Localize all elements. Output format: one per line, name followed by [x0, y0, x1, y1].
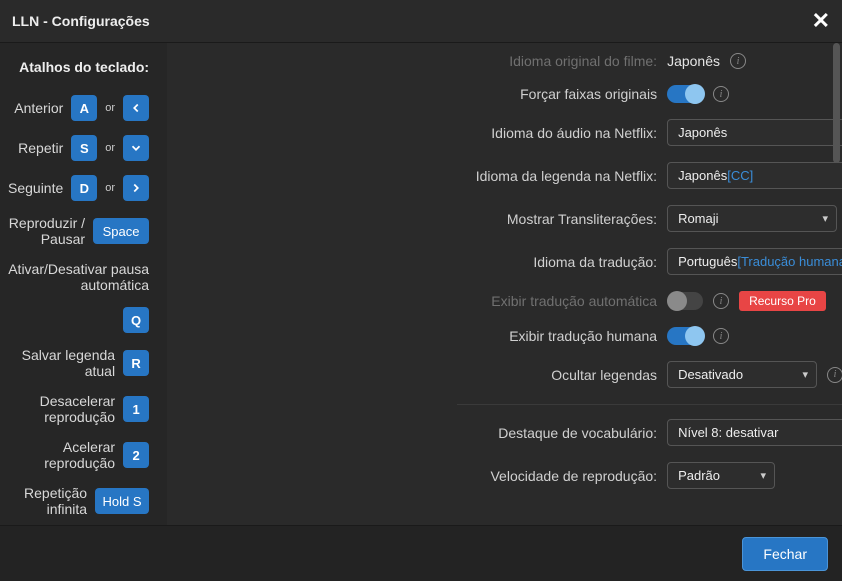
divider	[457, 404, 842, 405]
shortcut-next-label: Seguinte	[8, 180, 63, 196]
close-button[interactable]: Fechar	[742, 537, 828, 571]
or-text: or	[105, 102, 115, 114]
sub-lang-select[interactable]: Japonês [CC]	[667, 162, 842, 189]
shortcuts-panel: Atalhos do teclado: Anterior A or Repeti…	[0, 43, 167, 529]
key-r: R	[123, 350, 149, 376]
force-orig-toggle[interactable]	[667, 85, 703, 103]
key-down-arrow-icon	[123, 135, 149, 161]
or-text: or	[105, 142, 115, 154]
hide-subs-select[interactable]: Desativado	[667, 361, 817, 388]
vocab-label: Destaque de vocabulário:	[167, 425, 667, 441]
key-a: A	[71, 95, 97, 121]
key-2: 2	[123, 442, 149, 468]
key-d: D	[71, 175, 97, 201]
speed-label: Velocidade de reprodução:	[167, 468, 667, 484]
info-icon[interactable]: i	[827, 367, 842, 383]
machine-trans-toggle[interactable]	[667, 292, 703, 310]
or-text: or	[105, 182, 115, 194]
shortcut-slowdown-label: Desacelerar reprodução	[8, 393, 115, 425]
key-space: Space	[93, 218, 149, 244]
info-icon[interactable]: i	[713, 328, 729, 344]
machine-trans-label: Exibir tradução automática	[167, 293, 667, 309]
key-right-arrow-icon	[123, 175, 149, 201]
info-icon[interactable]: i	[713, 293, 729, 309]
force-orig-label: Forçar faixas originais	[167, 86, 667, 102]
key-q: Q	[123, 307, 149, 333]
info-icon[interactable]: i	[713, 86, 729, 102]
translit-select[interactable]: Romaji	[667, 205, 837, 232]
key-1: 1	[123, 396, 149, 422]
orig-lang-value: Japonês	[667, 53, 720, 69]
sub-lang-label: Idioma da legenda na Netflix:	[167, 168, 667, 184]
close-icon[interactable]: ✕	[812, 8, 830, 34]
shortcut-infinite-label: Repetição infinita	[8, 485, 87, 517]
human-trans-toggle[interactable]	[667, 327, 703, 345]
vocab-select[interactable]: Nível 8: desativar	[667, 419, 842, 446]
shortcut-autopause-label: Ativar/Desativar pausa automática	[8, 261, 149, 293]
shortcuts-heading: Atalhos do teclado:	[8, 59, 149, 75]
key-s: S	[71, 135, 97, 161]
shortcut-repeat-label: Repetir	[18, 140, 63, 156]
orig-lang-label: Idioma original do filme:	[167, 53, 667, 69]
scrollbar[interactable]	[833, 43, 840, 163]
shortcut-prev-label: Anterior	[14, 100, 63, 116]
shortcut-savesub-label: Salvar legenda atual	[8, 347, 115, 379]
hide-subs-label: Ocultar legendas	[167, 367, 667, 383]
human-trans-label: Exibir tradução humana	[167, 328, 667, 344]
modal-title: LLN - Configurações	[12, 13, 150, 29]
key-hold-s: Hold S	[95, 488, 149, 514]
translit-label: Mostrar Transliterações:	[167, 211, 667, 227]
pro-badge: Recurso Pro	[739, 291, 826, 311]
shortcut-speedup-label: Acelerar reprodução	[8, 439, 115, 471]
trans-lang-label: Idioma da tradução:	[167, 254, 667, 270]
audio-lang-select[interactable]: Japonês	[667, 119, 842, 146]
trans-lang-select[interactable]: Português [Tradução humana]	[667, 248, 842, 275]
settings-panel: Idioma original do filme: Japonês i Forç…	[167, 43, 842, 529]
key-left-arrow-icon	[123, 95, 149, 121]
speed-select[interactable]: Padrão	[667, 462, 775, 489]
audio-lang-label: Idioma do áudio na Netflix:	[167, 125, 667, 141]
shortcut-playpause-label: Reproduzir / Pausar	[8, 215, 85, 247]
info-icon[interactable]: i	[730, 53, 746, 69]
